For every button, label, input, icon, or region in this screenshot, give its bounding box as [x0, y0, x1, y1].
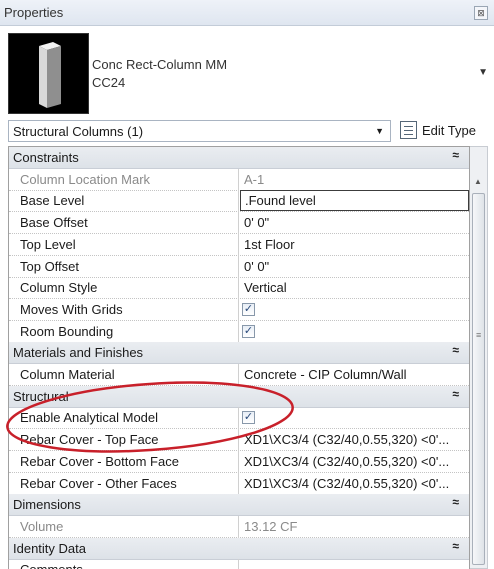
property-name: Comments: [9, 559, 239, 569]
property-value[interactable]: XD1\XC3/4 (C32/40,0.55,320) <0'...: [240, 451, 469, 473]
close-icon[interactable]: ⊠: [474, 6, 488, 20]
property-row[interactable]: Column Style Vertical: [9, 277, 469, 300]
edit-type-icon: [400, 121, 417, 139]
property-name: Moves With Grids: [9, 298, 239, 321]
property-value: A-1: [244, 171, 265, 187]
column-3d-icon: [8, 33, 89, 114]
property-value[interactable]: .Found level: [240, 190, 469, 212]
type-name: CC24: [92, 75, 126, 90]
property-row[interactable]: Rebar Cover - Other Faces XD1\XC3/4 (C32/…: [9, 472, 469, 495]
collapse-chevron-icon[interactable]: ≈: [452, 495, 459, 509]
property-row[interactable]: Column Location Mark A-1: [9, 168, 469, 191]
property-row[interactable]: Rebar Cover - Bottom Face XD1\XC3/4 (C32/…: [9, 450, 469, 473]
property-row[interactable]: Moves With Grids ✓: [9, 298, 469, 321]
palette-title: Properties: [4, 5, 64, 20]
collapse-chevron-icon[interactable]: ≈: [452, 148, 459, 162]
property-row[interactable]: Column Material Concrete - CIP Column/Wal…: [9, 364, 469, 386]
filter-row: Structural Columns (1) ▼ Edit Type: [0, 118, 494, 145]
edit-type-label: Edit Type: [422, 123, 476, 138]
property-name: Rebar Cover - Bottom Face: [9, 450, 239, 473]
property-row[interactable]: Enable Analytical Model ✓: [9, 407, 469, 430]
category-filter-label: Structural Columns (1): [13, 124, 144, 139]
checkbox[interactable]: ✓: [242, 324, 255, 338]
vertical-scrollbar[interactable]: ▲ ≡: [470, 146, 488, 569]
property-value[interactable]: XD1\XC3/4 (C32/40,0.55,320) <0'...: [240, 473, 469, 495]
property-value[interactable]: XD1\XC3/4 (C32/40,0.55,320) <0'...: [240, 429, 469, 451]
property-value[interactable]: 0' 0": [240, 212, 469, 234]
property-row[interactable]: Top Offset 0' 0": [9, 255, 469, 278]
property-name: Base Offset: [9, 212, 239, 235]
section-header[interactable]: Structural ≈: [9, 385, 469, 408]
checkbox[interactable]: ✓: [242, 302, 255, 316]
section-header[interactable]: Dimensions ≈: [9, 494, 469, 517]
scrollbar-thumb[interactable]: ≡: [472, 193, 485, 565]
property-name: Column Location Mark: [9, 168, 239, 191]
type-selector[interactable]: Conc Rect-Column MM CC24 ▼: [8, 33, 488, 114]
property-name: Top Level: [9, 233, 239, 256]
collapse-chevron-icon[interactable]: ≈: [452, 343, 459, 357]
section-title: Structural: [13, 388, 69, 404]
property-value[interactable]: [240, 559, 469, 569]
property-name: Rebar Cover - Top Face: [9, 429, 239, 452]
property-name: Top Offset: [9, 255, 239, 278]
section-title: Constraints: [13, 150, 79, 165]
property-row[interactable]: Comments: [9, 559, 469, 569]
property-name: Room Bounding: [9, 320, 239, 343]
property-name: Volume: [9, 515, 239, 538]
property-value[interactable]: Vertical: [240, 277, 469, 299]
category-filter-dropdown[interactable]: Structural Columns (1) ▼: [8, 120, 391, 142]
type-family-name: Conc Rect-Column MM: [92, 57, 228, 72]
section-header[interactable]: Identity Data ≈: [9, 537, 469, 560]
properties-palette: Properties ⊠ Conc Rect-Column MM CC24 ▼ …: [0, 0, 494, 569]
property-row[interactable]: Rebar Cover - Top Face XD1\XC3/4 (C32/40,…: [9, 429, 469, 452]
property-name: Rebar Cover - Other Faces: [9, 472, 239, 495]
property-value[interactable]: 1st Floor: [240, 234, 469, 256]
scroll-up-arrow-icon[interactable]: ▲: [474, 177, 482, 186]
collapse-chevron-icon[interactable]: ≈: [452, 387, 459, 401]
property-name: Column Material: [9, 364, 239, 386]
title-bar: Properties ⊠: [0, 0, 494, 26]
property-row[interactable]: Base Offset 0' 0": [9, 212, 469, 235]
section-header[interactable]: Constraints ≈: [9, 147, 469, 169]
checkbox[interactable]: ✓: [242, 411, 255, 425]
property-value[interactable]: 0' 0": [240, 256, 469, 278]
property-row[interactable]: Volume 13.12 CF: [9, 515, 469, 538]
property-name: Enable Analytical Model: [9, 407, 239, 430]
property-name: Base Level: [9, 190, 239, 213]
collapse-chevron-icon[interactable]: ≈: [452, 539, 459, 553]
section-title: Identity Data: [13, 540, 86, 556]
property-row[interactable]: Base Level .Found level: [9, 190, 469, 213]
property-name: Column Style: [9, 277, 239, 300]
section-title: Materials and Finishes: [13, 345, 144, 361]
edit-type-button[interactable]: Edit Type: [398, 120, 492, 142]
chevron-down-icon[interactable]: ▼: [478, 67, 488, 78]
scroll-grip-icon: ≡: [476, 330, 482, 340]
chevron-down-icon: ▼: [375, 126, 384, 136]
property-value: 13.12 CF: [244, 518, 298, 534]
section-title: Dimensions: [13, 497, 81, 513]
property-row[interactable]: Room Bounding ✓: [9, 320, 469, 343]
property-value[interactable]: Concrete - CIP Column/Wall: [240, 364, 469, 386]
property-grid: Constraints ≈ Column Location Mark A-1 Base …: [8, 146, 470, 569]
section-header[interactable]: Materials and Finishes ≈: [9, 342, 469, 365]
property-row[interactable]: Top Level 1st Floor: [9, 233, 469, 256]
